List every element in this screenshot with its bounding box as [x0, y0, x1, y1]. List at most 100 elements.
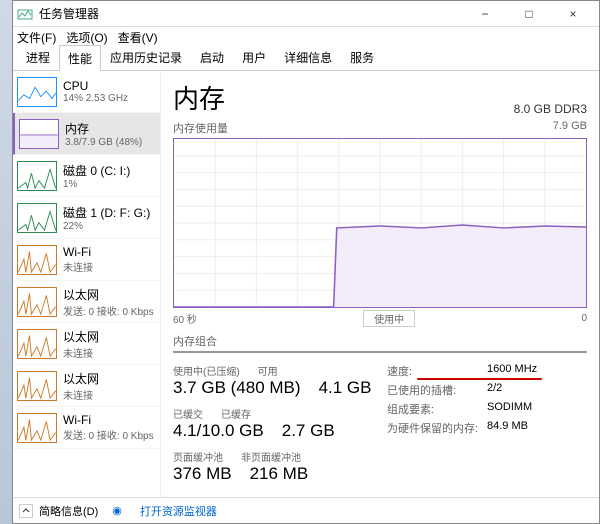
tab-performance[interactable]: 性能 — [59, 45, 101, 71]
close-button[interactable]: × — [551, 1, 595, 27]
kv-key: 组成要素: — [387, 401, 487, 417]
stat-value: 376 MB — [173, 464, 232, 484]
sidebar-item-2[interactable]: 磁盘 0 (C: I:)1% — [13, 155, 160, 197]
titlebar[interactable]: 任务管理器 − □ × — [13, 1, 599, 27]
sidebar-item-sub: 未连接 — [63, 345, 99, 360]
sidebar-item-sub: 3.8/7.9 GB (48%) — [65, 137, 142, 148]
sidebar-item-name: 磁盘 0 (C: I:) — [63, 162, 130, 179]
stat-label: 已缓存 — [221, 406, 251, 421]
sidebar-item-sub: 发送: 0 接收: 0 Kbps — [63, 427, 154, 442]
tab-startup[interactable]: 启动 — [191, 44, 233, 70]
tab-services[interactable]: 服务 — [341, 44, 383, 70]
sidebar-item-name: 以太网 — [63, 328, 99, 345]
menu-options[interactable]: 选项(O) — [66, 29, 107, 46]
graph-x-mid: 使用中 — [363, 310, 415, 327]
sidebar-item-sub: 未连接 — [63, 387, 99, 402]
kv-row-3: 为硬件保留的内存:84.9 MB — [387, 420, 587, 436]
stat-label: 页面缓冲池 — [173, 449, 223, 464]
tab-processes[interactable]: 进程 — [17, 44, 59, 70]
kv-val: SODIMM — [487, 401, 532, 417]
sidebar-item-name: Wi-Fi — [63, 413, 154, 427]
spark-icon — [17, 287, 57, 317]
graph-x-right: 0 — [581, 313, 587, 324]
sidebar-item-name: Wi-Fi — [63, 245, 93, 259]
sidebar-item-name: 磁盘 1 (D: F: G:) — [63, 204, 150, 221]
composition-label: 内存组合 — [173, 333, 587, 349]
spark-icon — [17, 245, 57, 275]
open-resource-monitor-link[interactable]: 打开资源监视器 — [140, 503, 217, 519]
stat-value: 4.1 GB — [319, 378, 372, 398]
minimize-button[interactable]: − — [463, 1, 507, 27]
app-icon — [17, 6, 33, 22]
kv-val: 1600 MHz — [487, 363, 537, 379]
sidebar-item-sub: 发送: 0 接收: 0 Kbps — [63, 303, 154, 318]
graph-x-left: 60 秒 — [173, 311, 197, 326]
task-manager-window: 任务管理器 − □ × 文件(F) 选项(O) 查看(V) 进程 性能 应用历史… — [12, 0, 600, 524]
tab-details[interactable]: 详细信息 — [275, 44, 341, 70]
graph-ymax: 7.9 GB — [553, 120, 587, 136]
spark-icon — [17, 161, 57, 191]
sidebar-item-sub: 1% — [63, 179, 130, 190]
tab-users[interactable]: 用户 — [233, 44, 275, 70]
page-title: 内存 — [173, 79, 225, 116]
spark-icon — [19, 119, 59, 149]
kv-key: 速度: — [387, 363, 487, 379]
sidebar-item-name: 以太网 — [63, 370, 99, 387]
spark-icon — [17, 329, 57, 359]
footer: 简略信息(D) ◉ 打开资源监视器 — [13, 497, 599, 523]
kv-row-0: 速度:1600 MHz — [387, 363, 587, 379]
kv-val: 2/2 — [487, 382, 502, 398]
spark-icon — [17, 203, 57, 233]
sidebar-item-1[interactable]: 内存3.8/7.9 GB (48%) — [13, 113, 160, 155]
menu-file[interactable]: 文件(F) — [17, 29, 56, 46]
spark-icon — [17, 77, 57, 107]
sidebar-item-0[interactable]: CPU14% 2.53 GHz — [13, 71, 160, 113]
window-title: 任务管理器 — [39, 5, 463, 22]
spark-icon — [17, 371, 57, 401]
stat-label: 已缓交 — [173, 406, 203, 421]
stat-row-0: 使用中(已压缩) 可用3.7 GB (480 MB) 4.1 GB — [173, 363, 373, 398]
sidebar-item-4[interactable]: Wi-Fi未连接 — [13, 239, 160, 281]
stat-value: 216 MB — [250, 464, 309, 484]
spark-icon — [17, 413, 57, 443]
tabbar: 进程 性能 应用历史记录 启动 用户 详细信息 服务 — [13, 47, 599, 71]
kv-val: 84.9 MB — [487, 420, 528, 436]
kv-row-2: 组成要素:SODIMM — [387, 401, 587, 417]
stat-value: 4.1/10.0 GB — [173, 421, 264, 441]
sidebar-item-name: 以太网 — [63, 286, 154, 303]
kv-key: 为硬件保留的内存: — [387, 420, 487, 436]
kv-key: 已使用的插槽: — [387, 382, 487, 398]
memory-composition-bar — [173, 351, 587, 353]
content: CPU14% 2.53 GHz内存3.8/7.9 GB (48%)磁盘 0 (C… — [13, 71, 599, 497]
sidebar-item-7[interactable]: 以太网未连接 — [13, 365, 160, 407]
maximize-button[interactable]: □ — [507, 1, 551, 27]
main-panel: 内存 8.0 GB DDR3 内存使用量 7.9 GB — [161, 71, 599, 497]
resource-monitor-icon: ◉ — [112, 504, 122, 517]
tab-app-history[interactable]: 应用历史记录 — [101, 44, 191, 70]
sidebar-item-name: 内存 — [65, 120, 142, 137]
stat-label: 使用中(已压缩) — [173, 363, 240, 378]
memory-usage-graph — [173, 138, 587, 308]
sidebar-item-sub: 22% — [63, 221, 150, 232]
sidebar-item-sub: 未连接 — [63, 259, 93, 274]
memory-spec: 8.0 GB DDR3 — [514, 102, 587, 116]
stat-row-2: 页面缓冲池 非页面缓冲池 376 MB 216 MB — [173, 449, 373, 484]
menu-view[interactable]: 查看(V) — [118, 29, 158, 46]
sidebar-item-6[interactable]: 以太网未连接 — [13, 323, 160, 365]
stat-label: 可用 — [258, 363, 278, 378]
sidebar-item-3[interactable]: 磁盘 1 (D: F: G:)22% — [13, 197, 160, 239]
sidebar[interactable]: CPU14% 2.53 GHz内存3.8/7.9 GB (48%)磁盘 0 (C… — [13, 71, 161, 497]
sidebar-item-8[interactable]: Wi-Fi发送: 0 接收: 0 Kbps — [13, 407, 160, 449]
desktop-strip — [0, 0, 12, 524]
sidebar-item-name: CPU — [63, 79, 128, 93]
stats: 使用中(已压缩) 可用3.7 GB (480 MB) 4.1 GB 已缓交 已缓存4.1… — [173, 363, 587, 492]
stat-value: 2.7 GB — [282, 421, 335, 441]
sidebar-item-5[interactable]: 以太网发送: 0 接收: 0 Kbps — [13, 281, 160, 323]
chevron-up-icon[interactable] — [19, 504, 33, 518]
sidebar-item-sub: 14% 2.53 GHz — [63, 93, 128, 104]
stat-row-1: 已缓交 已缓存4.1/10.0 GB 2.7 GB — [173, 406, 373, 441]
stat-value: 3.7 GB (480 MB) — [173, 378, 301, 398]
fewer-details[interactable]: 简略信息(D) — [39, 503, 98, 519]
stat-label: 非页面缓冲池 — [241, 449, 301, 464]
kv-row-1: 已使用的插槽:2/2 — [387, 382, 587, 398]
